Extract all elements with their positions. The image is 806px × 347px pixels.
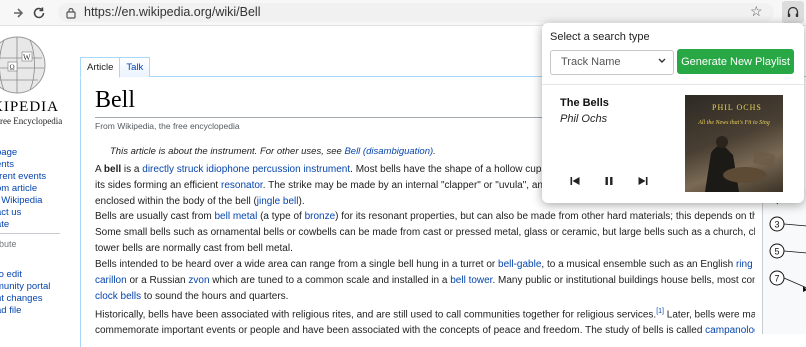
text: Historically, bells have been associated… [95, 309, 657, 321]
link-carillon[interactable]: carillon [95, 275, 127, 286]
hatnote-end: . [433, 146, 436, 157]
chevron-down-icon [657, 54, 667, 71]
text: enclosed within the body of the bell ( [95, 196, 257, 207]
paragraph-history: Historically, bells have been associated… [95, 304, 755, 339]
text: (a type of [257, 211, 305, 222]
popup-divider [542, 84, 804, 85]
text: Bells are usually cast from [95, 211, 215, 222]
wikipedia-tagline: Free Encyclopedia [0, 116, 63, 126]
nav-current-events[interactable]: rrent events [0, 171, 46, 182]
nav-about-wikipedia[interactable]: t Wikipedia [0, 195, 42, 206]
hatnote: This article is about the instrument. Fo… [110, 146, 436, 157]
text: . The strike may be made by an internal … [262, 180, 590, 191]
link-clock-bells[interactable]: clock bells [95, 291, 141, 302]
diagram-label-7: 7 [769, 270, 785, 286]
url-text[interactable]: https://en.wikipedia.org/wiki/Bell [84, 5, 260, 19]
bold-term: bell [103, 164, 122, 175]
lock-icon [66, 6, 76, 24]
nav-contact-us[interactable]: act us [0, 207, 21, 218]
track-title: The Bells [560, 97, 609, 109]
nav-main-page[interactable]: page [0, 147, 17, 158]
extension-headphones-icon[interactable] [782, 1, 804, 23]
text: , to a musical ensemble such as an Engli… [541, 259, 736, 270]
bell-diagram[interactable]: 3 5 7 [762, 189, 806, 334]
next-track-icon[interactable] [632, 171, 654, 191]
tab-talk[interactable]: Talk [120, 57, 151, 77]
album-title-text: All the News that's Fit to Sing [698, 120, 770, 126]
svg-text:7: 7 [774, 274, 779, 284]
pause-icon[interactable] [598, 171, 620, 191]
search-type-select[interactable]: Track Name [550, 50, 674, 75]
text: ). [298, 196, 305, 207]
page-tabs: Article Talk [80, 57, 151, 78]
paragraph-materials: Bells are usually cast from bell metal (… [95, 209, 755, 257]
generate-playlist-button[interactable]: Generate New Playlist [677, 49, 794, 74]
link-ring-of-bells[interactable]: ring of bells [736, 259, 755, 270]
link-zvon[interactable]: zvon [188, 275, 209, 286]
playlist-extension-popup: Select a search type Track Name Generate… [542, 23, 804, 203]
text: its sides forming an efficient [95, 180, 221, 191]
nav-heading-contribute: ibute [0, 239, 17, 249]
link-campanology[interactable]: campanology [705, 325, 755, 336]
search-type-label: Select a search type [550, 31, 650, 43]
nav-contents[interactable]: ents [0, 159, 14, 170]
diagram-label-5: 5 [769, 243, 785, 259]
text: Some small bells such as ornamental bell… [95, 227, 755, 238]
address-bar[interactable]: https://en.wikipedia.org/wiki/Bell [58, 3, 774, 22]
hatnote-text: This article is about the instrument. Fo… [110, 146, 345, 157]
text: to sound the hours and quarters. [141, 291, 289, 302]
nav-upload-file[interactable]: ad file [0, 305, 21, 316]
nav-help[interactable]: to edit [0, 269, 22, 280]
disambiguation-link[interactable]: Bell (disambiguation) [344, 146, 433, 157]
track-artist: Phil Ochs [560, 113, 608, 125]
link-bell-tower[interactable]: bell tower [450, 275, 492, 286]
text: tower bells are normally cast from bell … [95, 243, 293, 254]
text: Bells intended to be heard over a wide a… [95, 259, 499, 270]
text: which are tuned to a common scale and in… [209, 275, 451, 286]
text: Later, bells were made to [666, 309, 755, 321]
link-bell-metal[interactable]: bell metal [215, 211, 258, 222]
link-bell-gable[interactable]: bell-gable [498, 259, 541, 270]
nav-recent-changes[interactable]: nt changes [0, 293, 42, 304]
text: ) for its resonant properties, but can a… [335, 211, 755, 222]
citation-link[interactable]: [1] [656, 308, 664, 315]
bookmark-star-icon[interactable]: ☆ [750, 3, 763, 20]
search-type-value: Track Name [561, 56, 621, 68]
reload-icon[interactable] [28, 2, 50, 24]
svg-text:3: 3 [774, 220, 779, 230]
page-title: Bell [95, 87, 135, 113]
wikipedia-globe-logo[interactable]: W Ω [0, 34, 52, 96]
nav-divider [0, 233, 60, 234]
svg-text:5: 5 [774, 247, 779, 257]
text: is a [121, 164, 143, 175]
text: . Many public or institutional buildings… [492, 275, 755, 286]
forward-icon[interactable] [6, 2, 28, 24]
text: A [95, 164, 104, 175]
album-artist-text: PHIL OCHS [712, 103, 762, 112]
link-idiophone[interactable]: directly struck idiophone percussion ins… [142, 164, 350, 175]
svg-text:W: W [23, 53, 31, 62]
link-jingle-bell[interactable]: jingle bell [257, 196, 299, 207]
nav-community-portal[interactable]: munity portal [0, 281, 50, 292]
previous-track-icon[interactable] [564, 171, 586, 191]
nav-donate[interactable]: ate [0, 219, 9, 230]
text: commemorate important events or people a… [95, 325, 706, 337]
nav-random-article[interactable]: om article [0, 183, 37, 194]
wikipedia-wordmark: IKIPEDIA [0, 99, 59, 115]
diagram-label-3: 3 [769, 216, 785, 232]
svg-text:Ω: Ω [10, 64, 15, 72]
tab-article[interactable]: Article [80, 57, 121, 78]
link-bronze[interactable]: bronze [305, 211, 336, 222]
page-subtitle: From Wikipedia, the free encyclopedia [95, 121, 240, 131]
paragraph-usage: Bells intended to be heard over a wide a… [95, 257, 755, 305]
link-resonator[interactable]: resonator [221, 180, 263, 191]
album-art: PHIL OCHS All the News that's Fit to Sin… [685, 95, 783, 192]
text: or a Russian [126, 275, 189, 286]
